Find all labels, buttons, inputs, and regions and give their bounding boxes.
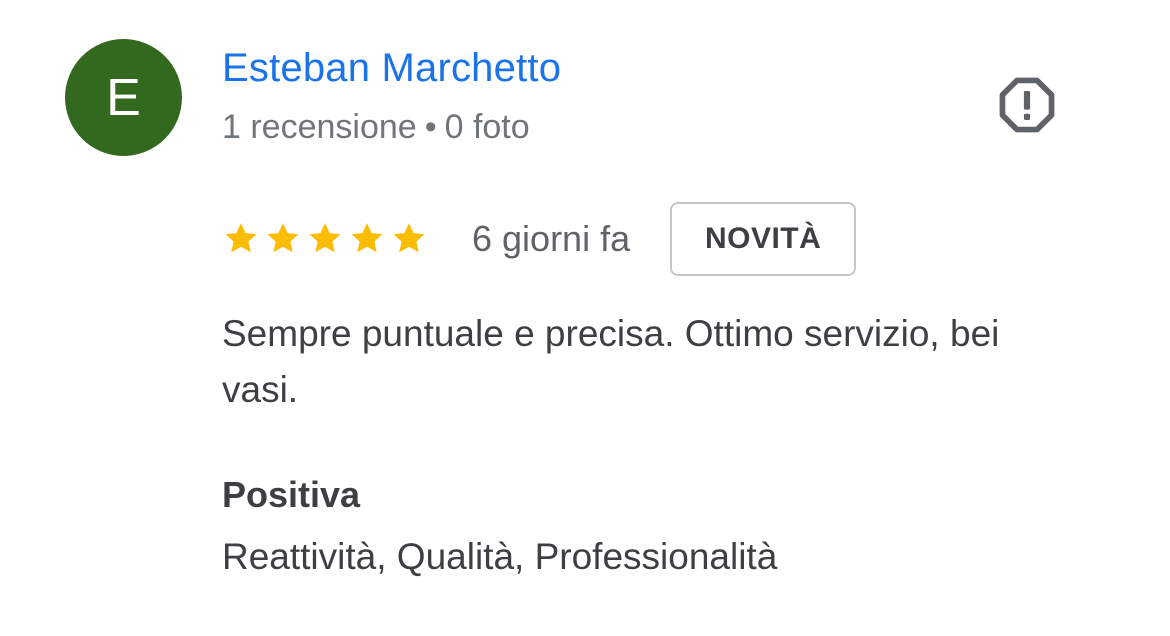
- attributes-title: Positiva: [222, 474, 361, 515]
- new-badge: NOVITÀ: [670, 202, 857, 276]
- star-icon: [264, 220, 302, 258]
- reviews-count: 1 recensione: [222, 108, 417, 146]
- photos-count: 0 foto: [444, 108, 530, 146]
- review-time: 6 giorni fa: [472, 218, 631, 259]
- star-icon: [390, 220, 428, 258]
- avatar-initial: E: [106, 68, 141, 127]
- author-name-link[interactable]: Esteban Marchetto: [222, 46, 561, 91]
- star-icon: [348, 220, 386, 258]
- star-rating: [222, 220, 428, 258]
- meta-separator: •: [424, 108, 437, 146]
- rating-row: 6 giorni fa NOVITÀ: [222, 200, 857, 278]
- review-card: E Esteban Marchetto 1 recensione • 0 foto: [0, 0, 1170, 636]
- attributes-values: Reattività, Qualità, Professionalità: [222, 536, 778, 577]
- review-text: Sempre puntuale e precisa. Ottimo serviz…: [222, 313, 1000, 410]
- avatar[interactable]: E: [65, 39, 182, 156]
- report-octagon-icon: [999, 77, 1055, 133]
- star-icon: [222, 220, 260, 258]
- author-meta: 1 recensione • 0 foto: [222, 108, 530, 147]
- star-icon: [306, 220, 344, 258]
- report-button[interactable]: [994, 72, 1060, 138]
